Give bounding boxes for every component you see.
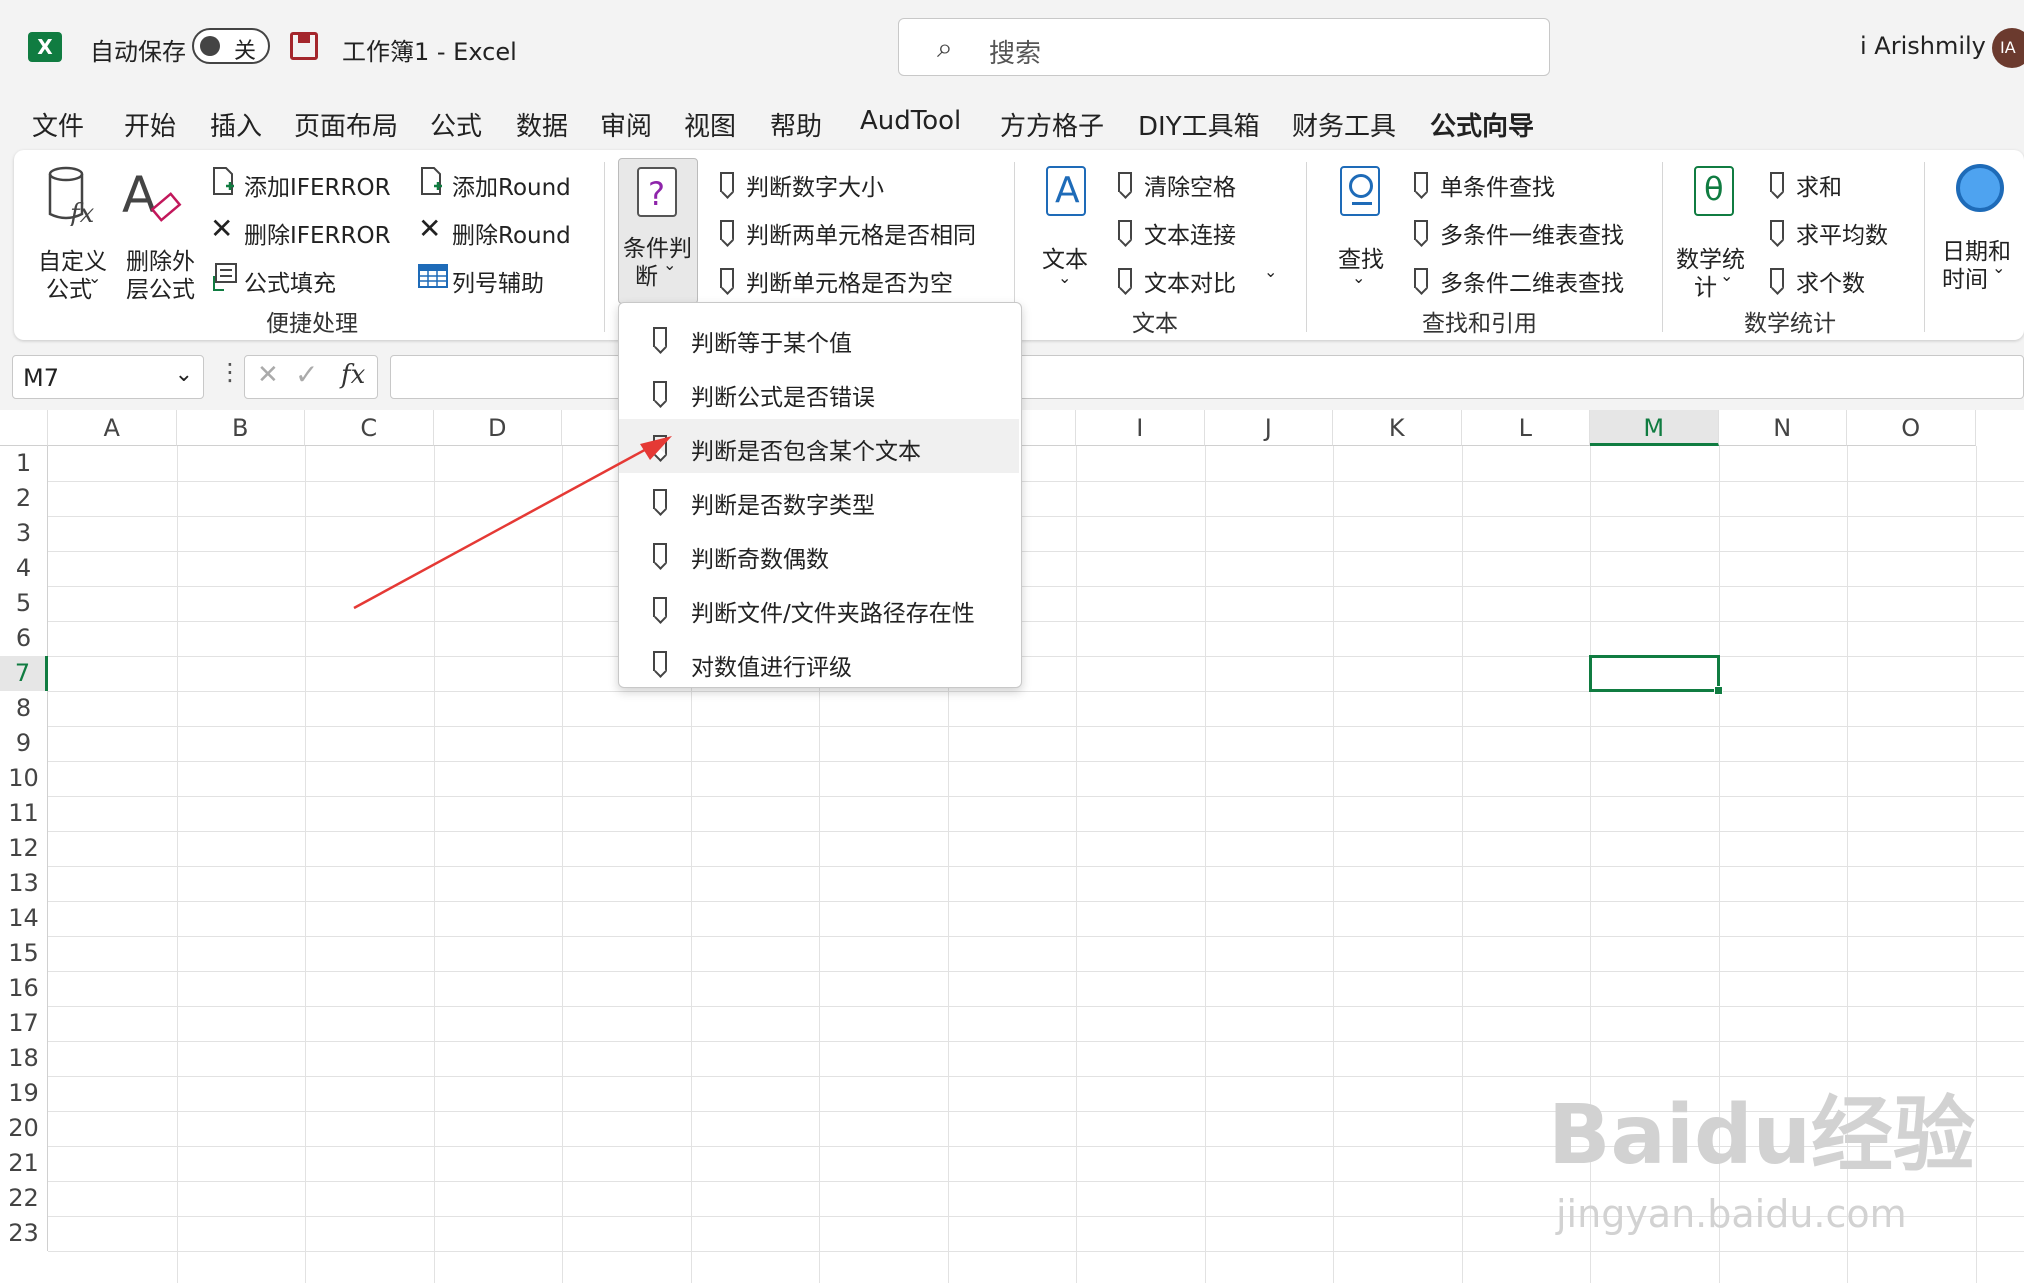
arrow-head — [640, 436, 672, 460]
arrow-line — [353, 444, 653, 610]
watermark-url: jingyan.baidu.com — [1556, 1192, 1907, 1236]
watermark-brand: Baidu经验 — [1548, 1088, 1976, 1183]
